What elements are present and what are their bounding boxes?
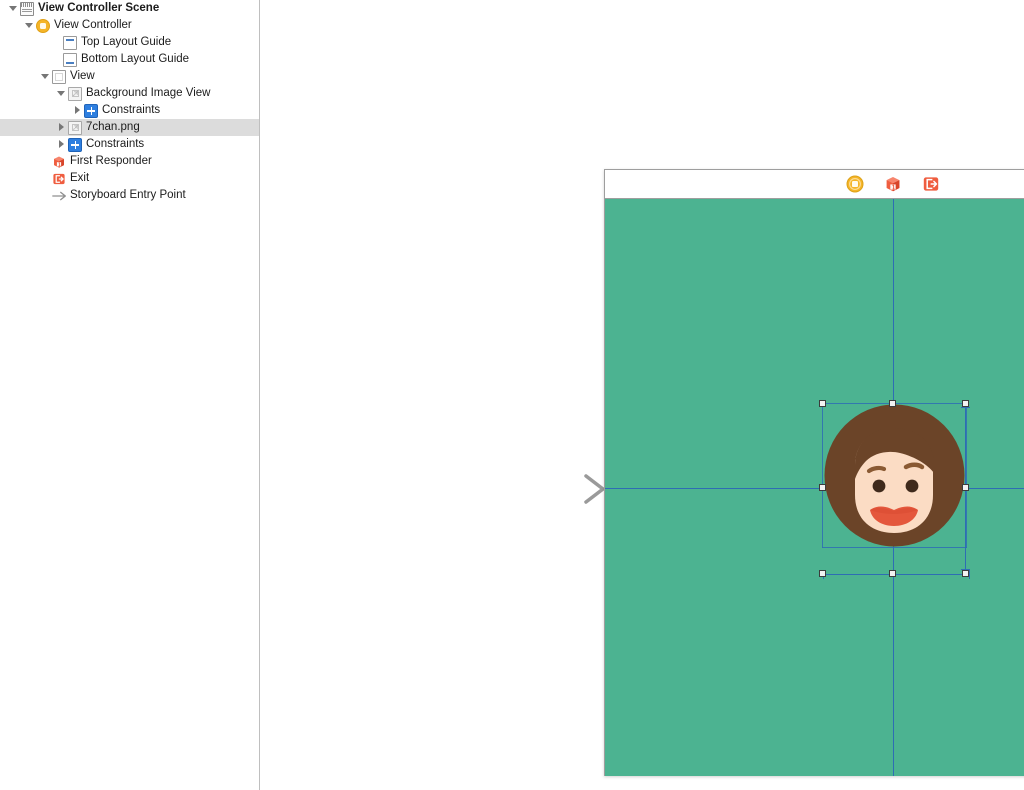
outline-row-label: View Controller (54, 19, 132, 31)
selection-handle-top-left[interactable] (819, 400, 826, 407)
outline-row-background-image-view[interactable]: Background Image View (0, 85, 259, 102)
avatar[interactable] (822, 403, 967, 548)
view-controller-icon (36, 18, 50, 33)
outline-row-first-responder[interactable]: First Responder (0, 153, 259, 170)
root-view[interactable] (605, 199, 1024, 776)
outline-row-view[interactable]: View (0, 68, 259, 85)
selection-handle-bottom-left[interactable] (819, 570, 826, 577)
constraints-icon (84, 103, 98, 118)
view-icon (52, 69, 66, 84)
selection-handle-middle-right[interactable] (962, 484, 969, 491)
disclosure-triangle-closed[interactable] (56, 136, 67, 153)
outline-row-top-layout-guide[interactable]: Top Layout Guide (0, 34, 259, 51)
outline-row-label: Constraints (102, 104, 161, 116)
exit-icon (52, 172, 66, 186)
outline-row-label: Background Image View (86, 87, 211, 99)
view-controller-dock-icon[interactable] (846, 175, 864, 193)
disclosure-triangle-closed[interactable] (72, 102, 83, 119)
selection-handle-bottom-right[interactable] (962, 570, 969, 577)
outline-row-7chan-png[interactable]: 7chan.png (0, 119, 259, 136)
disclosure-triangle-open[interactable] (24, 17, 35, 34)
bottom-constraint-line[interactable] (823, 574, 969, 575)
outline-row-label: View (70, 70, 95, 82)
outline-row-constraints[interactable]: Constraints (0, 136, 259, 153)
top-layout-guide-icon (63, 35, 77, 50)
outline-row-view-controller-scene[interactable]: View Controller Scene (0, 0, 259, 17)
selection-handle-top-right[interactable] (962, 400, 969, 407)
outline-row-label: Top Layout Guide (81, 36, 172, 48)
disclosure-triangle-closed[interactable] (56, 119, 67, 136)
selection-handle-middle-left[interactable] (819, 484, 826, 491)
first-responder-icon (52, 155, 66, 169)
outline-row-label: View Controller Scene (38, 2, 160, 14)
outline-row-label: Constraints (86, 138, 145, 150)
constraints-icon (68, 137, 82, 152)
first-responder-dock-icon[interactable] (884, 175, 902, 193)
entry-point-arrow-icon (523, 470, 608, 508)
outline-row-constraints[interactable]: Constraints (0, 102, 259, 119)
disclosure-triangle-open[interactable] (56, 85, 67, 102)
selection-handle-top-center[interactable] (889, 400, 896, 407)
outline-row-label: First Responder (70, 155, 152, 167)
bottom-constraint-tbar-right (969, 570, 970, 579)
entry-point-arrow-icon (52, 189, 66, 203)
image-view-icon (68, 120, 82, 135)
outline-row-view-controller[interactable]: View Controller (0, 17, 259, 34)
view-controller-scene-frame[interactable] (604, 169, 1024, 776)
disclosure-triangle-open[interactable] (8, 0, 19, 17)
image-view-icon (68, 86, 82, 101)
scene-dock[interactable] (605, 170, 1024, 199)
outline-row-label: 7chan.png (86, 121, 140, 133)
bottom-layout-guide-icon (63, 52, 77, 67)
document-outline-panel[interactable]: View Controller Scene View Controller Top … (0, 0, 260, 790)
selection-handle-bottom-center[interactable] (889, 570, 896, 577)
outline-row-storyboard-entry-point[interactable]: Storyboard Entry Point (0, 187, 259, 204)
interface-builder-canvas[interactable] (261, 0, 1024, 790)
disclosure-triangle-open[interactable] (40, 68, 51, 85)
outline-row-label: Bottom Layout Guide (81, 53, 190, 65)
outline-row-label: Storyboard Entry Point (70, 189, 186, 201)
scene-icon (20, 1, 34, 16)
outline-row-exit[interactable]: Exit (0, 170, 259, 187)
outline-row-label: Exit (70, 172, 90, 184)
exit-dock-icon[interactable] (922, 175, 940, 193)
outline-row-bottom-layout-guide[interactable]: Bottom Layout Guide (0, 51, 259, 68)
